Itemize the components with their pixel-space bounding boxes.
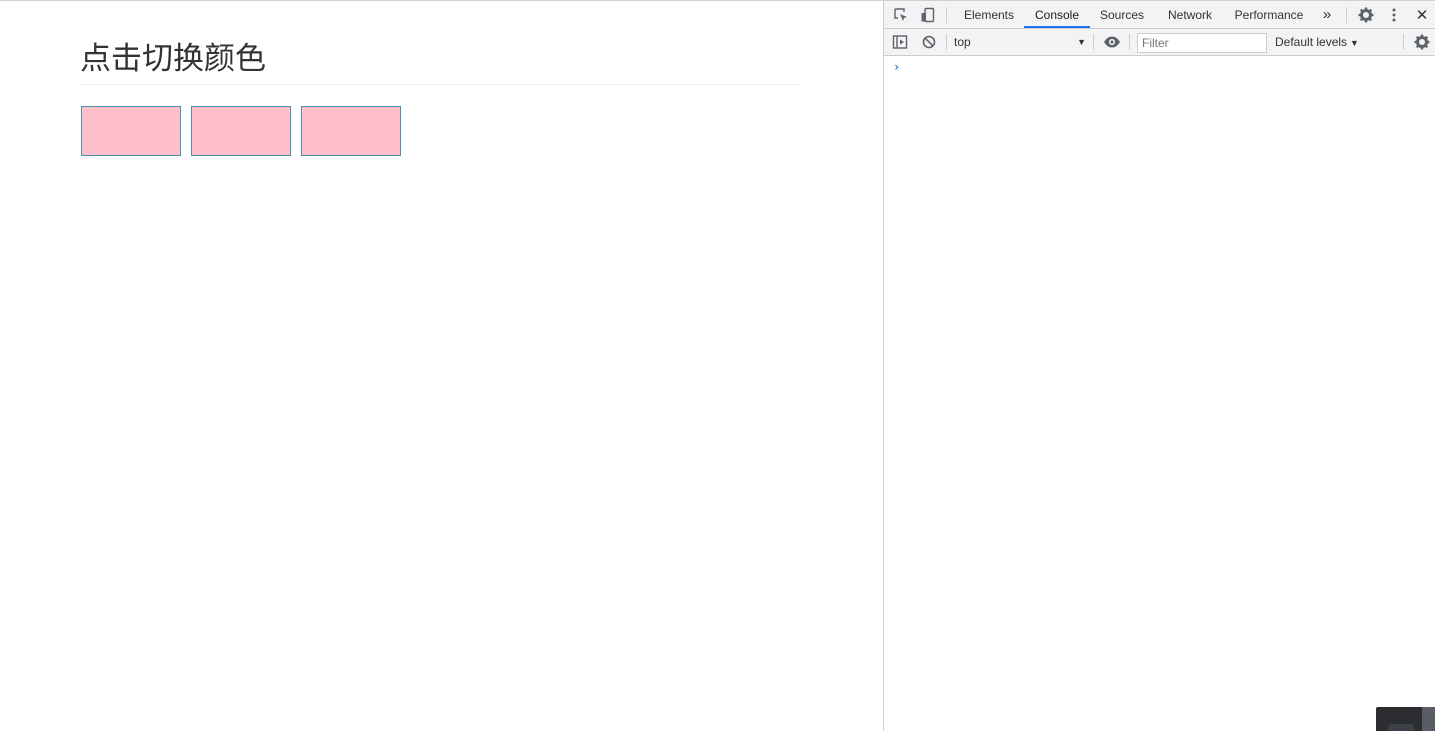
- toolbar-separator: [946, 34, 947, 50]
- tab-console[interactable]: Console: [1024, 1, 1090, 28]
- tab-elements[interactable]: Elements: [957, 1, 1021, 28]
- toolbar-separator: [946, 7, 947, 23]
- toolbar-separator: [1093, 34, 1094, 50]
- devtools-tabbar: Elements Console Sources Network Perform…: [884, 1, 1435, 29]
- device-toolbar-icon[interactable]: [919, 6, 937, 24]
- clear-console-icon[interactable]: [920, 33, 938, 51]
- context-selector-value: top: [954, 35, 971, 49]
- dropdown-caret-icon: ▼: [1350, 38, 1359, 48]
- toolbar-separator: [1346, 7, 1347, 23]
- page-title: 点击切换颜色: [80, 41, 266, 77]
- gear-icon[interactable]: [1357, 6, 1375, 24]
- console-input[interactable]: [906, 59, 1426, 75]
- dropdown-caret-icon: ▼: [1077, 37, 1086, 47]
- color-box-row: [81, 106, 411, 156]
- sidebar-toggle-icon[interactable]: [891, 33, 909, 51]
- devtools-panel: Elements Console Sources Network Perform…: [883, 1, 1435, 731]
- tab-sources[interactable]: Sources: [1094, 1, 1150, 28]
- filter-input[interactable]: [1137, 33, 1267, 53]
- tab-performance[interactable]: Performance: [1232, 1, 1306, 28]
- toolbar-separator: [1403, 34, 1404, 50]
- eye-icon[interactable]: [1103, 33, 1121, 51]
- context-selector[interactable]: top ▼: [954, 33, 1086, 51]
- kebab-menu-icon[interactable]: [1385, 6, 1403, 24]
- screen: 点击切换颜色 Elements Console Sources Network …: [0, 0, 1435, 731]
- color-box[interactable]: [191, 106, 291, 156]
- console-output: ›: [884, 56, 1435, 731]
- console-prompt-icon: ›: [893, 60, 901, 74]
- toolbar-separator: [1129, 34, 1130, 50]
- log-levels-label: Default levels: [1275, 35, 1348, 49]
- tab-network[interactable]: Network: [1161, 1, 1219, 28]
- console-toolbar: top ▼ Default levels▼: [884, 29, 1435, 56]
- widget-edge: [1422, 707, 1435, 731]
- floating-widget[interactable]: [1376, 707, 1435, 731]
- close-icon[interactable]: ✕: [1413, 6, 1431, 24]
- more-tabs-icon[interactable]: »: [1318, 5, 1336, 23]
- color-box[interactable]: [81, 106, 181, 156]
- console-settings-gear-icon[interactable]: [1413, 33, 1431, 51]
- log-levels-dropdown[interactable]: Default levels ▼: [1275, 35, 1359, 49]
- inspect-element-icon[interactable]: [892, 6, 910, 24]
- title-divider: [80, 84, 800, 85]
- color-box[interactable]: [301, 106, 401, 156]
- widget-handle: [1388, 724, 1414, 731]
- page-viewport: 点击切换颜色: [0, 1, 883, 731]
